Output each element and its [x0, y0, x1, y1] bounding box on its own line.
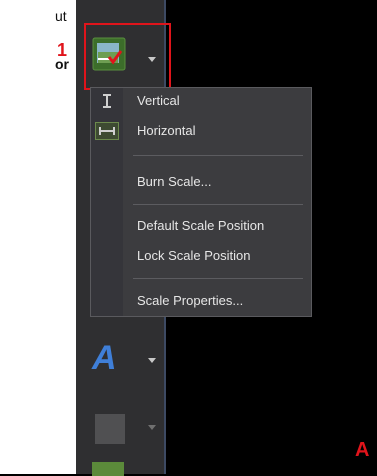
- menu-item-label: Burn Scale...: [137, 174, 212, 189]
- menu-item-label: Vertical: [137, 93, 180, 108]
- menu-separator: [133, 204, 303, 205]
- scale-bar-icon: [92, 37, 126, 71]
- callout-letter-a: A: [355, 439, 370, 461]
- font-dropdown-arrow-icon[interactable]: [148, 358, 156, 363]
- menu-item-label: Default Scale Position: [137, 218, 265, 233]
- menu-item-label: Scale Properties...: [137, 293, 244, 308]
- menu-item-label: Lock Scale Position: [137, 248, 251, 263]
- horizontal-scale-icon: [95, 122, 119, 140]
- snippet-text-1: ut: [55, 8, 67, 24]
- menu-item-label: Horizontal: [137, 123, 196, 138]
- scale-bar-button[interactable]: [92, 37, 126, 71]
- disabled-dropdown-arrow-icon[interactable]: [148, 425, 156, 430]
- scale-dropdown-menu: Vertical Horizontal Burn Scale... Defaul…: [90, 87, 312, 317]
- callout-number-1: 1: [57, 40, 68, 60]
- vertical-scale-icon: [103, 94, 111, 108]
- font-color-button[interactable]: A: [92, 339, 117, 378]
- menu-separator: [133, 278, 303, 279]
- scale-dropdown-arrow-icon[interactable]: [148, 57, 156, 62]
- menu-separator: [133, 155, 303, 156]
- disabled-toolbar-button[interactable]: [95, 414, 125, 444]
- document-snippet: ut or: [0, 0, 76, 474]
